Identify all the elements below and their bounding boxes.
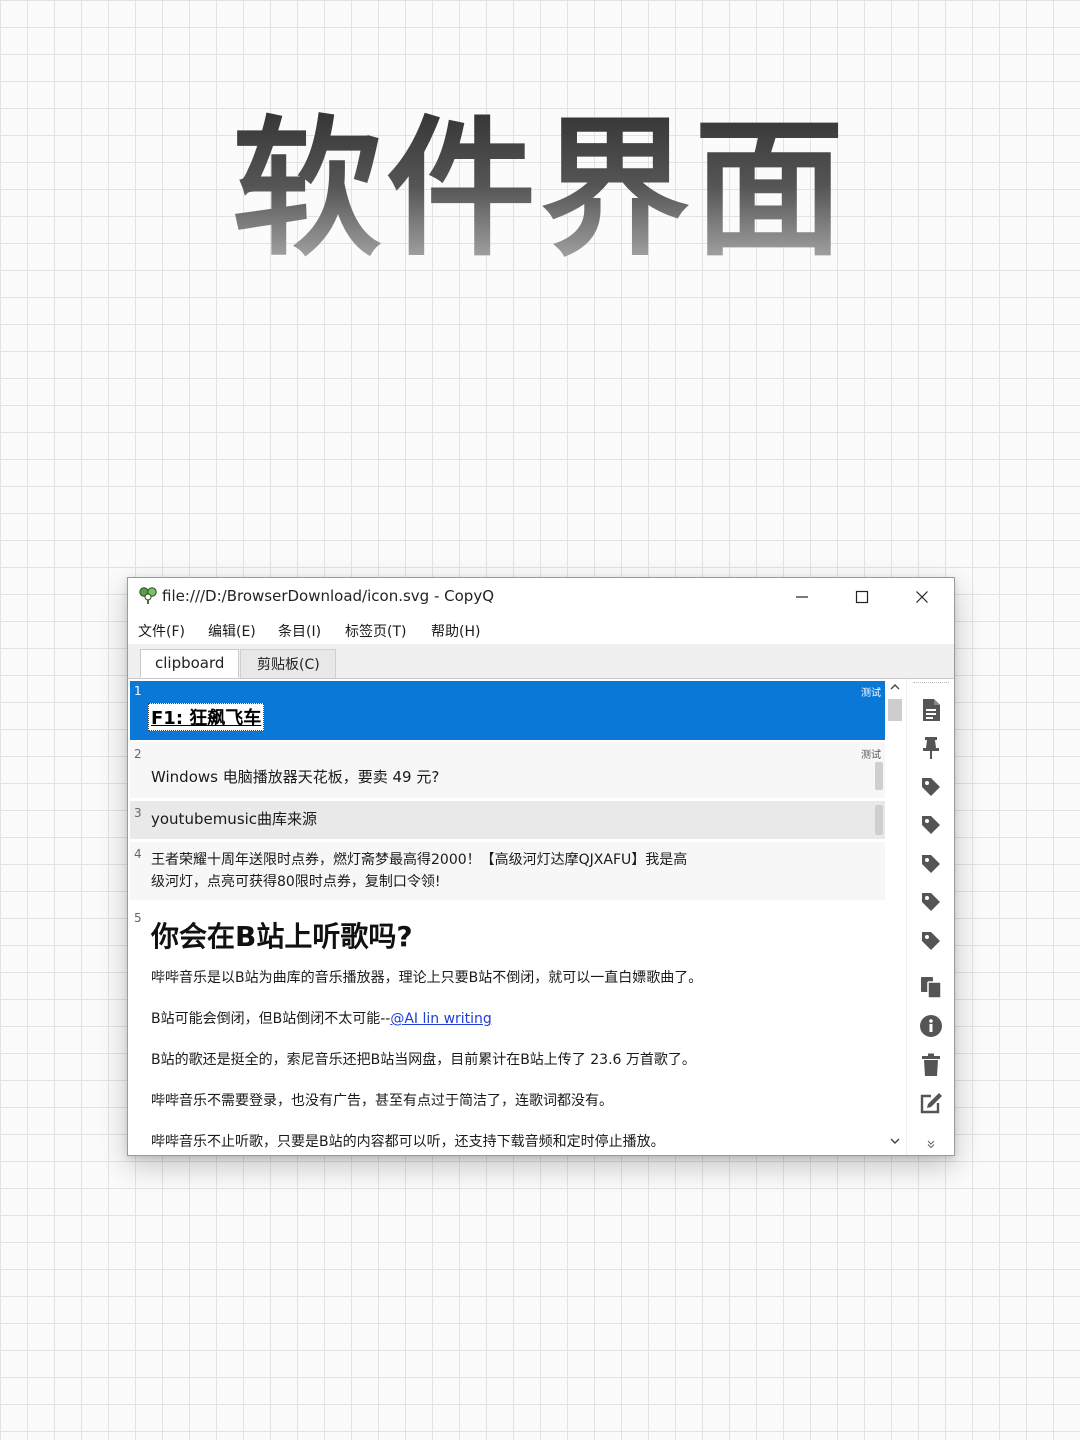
author-link[interactable]: @AI lin writing [390,1011,492,1027]
tag-icon [922,778,940,796]
toolbar-grip [913,682,949,683]
list-item[interactable]: 1 测试 F1: 狂飙飞车 [130,681,885,740]
item-number: 1 [134,684,142,698]
minimize-button[interactable] [782,582,822,612]
copyq-window: file:///D:/BrowserDownload/icon.svg - Co… [127,577,955,1156]
item-number: 3 [134,806,142,820]
menu-tabs[interactable]: 标签页(T) [345,621,406,641]
document-icon [923,699,940,721]
tab-bar: clipboard 剪贴板(C) [128,644,954,679]
info-button[interactable] [919,1014,943,1038]
edit-icon [920,1093,942,1114]
item-text-line-1: 王者荣耀十周年送限时点券，燃灯斋梦最高得2000！【高级河灯达摩QJXAFU】我… [151,852,688,868]
scroll-down-icon[interactable] [890,1137,900,1145]
tag-icon [922,893,940,911]
item-heading: 你会在B站上听歌吗? [151,920,413,953]
info-icon [920,1015,942,1037]
close-button[interactable] [902,582,942,612]
maximize-icon [855,590,869,604]
scroll-up-icon[interactable] [890,683,900,691]
item-toolbar [906,679,954,1155]
delete-button[interactable] [919,1053,943,1077]
item-text: F1: 狂飙飞车 [148,703,265,731]
item-text: youtubemusic曲库来源 [151,810,318,828]
tag-button[interactable] [919,775,943,799]
copyq-app-icon [139,587,157,604]
menu-file[interactable]: 文件(F) [138,621,185,641]
item-scrollbar[interactable] [875,805,883,835]
menu-item-entry[interactable]: 条目(I) [278,621,321,641]
item-tag: 测试 [861,688,881,699]
tag-icon [922,855,940,873]
item-scrollbar[interactable] [875,762,883,790]
trash-icon [922,1053,940,1076]
tag-icon [922,816,940,834]
item-paragraph: 哔哔音乐不止听歌，只要是B站的内容都可以听，还支持下载音频和定时停止播放。 [151,1134,665,1150]
maximize-button[interactable] [842,582,882,612]
item-text-line-2: 级河灯，点亮可获得80限时点券，复制口令领! [151,874,441,890]
hero-title: 软件界面 [0,95,1080,285]
tab-clipboard[interactable]: clipboard [140,649,239,678]
clipboard-item-list[interactable]: 1 测试 F1: 狂飙飞车 2 测试 Windows 电脑播放器天花板，要卖 4… [128,679,885,1155]
edit-button[interactable] [919,1091,943,1115]
menu-help[interactable]: 帮助(H) [431,621,480,641]
menu-bar: 文件(F) 编辑(E) 条目(I) 标签页(T) 帮助(H) [128,616,954,644]
vertical-scrollbar[interactable] [885,679,905,1155]
list-item[interactable]: 2 测试 Windows 电脑播放器天花板，要卖 49 元? [130,742,885,798]
close-icon [916,591,928,603]
item-number: 5 [134,911,142,925]
tag-button[interactable] [919,813,943,837]
item-paragraph-text: B站可能会倒闭，但B站倒闭不太可能-- [151,1011,391,1027]
item-paragraph: B站的歌还是挺全的，索尼音乐还把B站当网盘，目前累计在B站上传了 23.6 万首… [151,1052,696,1068]
title-bar[interactable]: file:///D:/BrowserDownload/icon.svg - Co… [128,578,954,616]
list-item[interactable]: 5 你会在B站上听歌吗? 哔哔音乐是以B站为曲库的音乐播放器，理论上只要B站不倒… [130,903,885,1155]
scroll-thumb[interactable] [888,699,902,721]
tag-button[interactable] [919,929,943,953]
copy-icon [921,977,942,999]
item-number: 2 [134,747,142,761]
tag-icon [922,932,940,950]
item-paragraph: 哔哔音乐是以B站为曲库的音乐播放器，理论上只要B站不倒闭，就可以一直白嫖歌曲了。 [151,970,703,986]
pin-icon [923,737,939,759]
copy-button[interactable] [919,975,943,999]
pin-button[interactable] [919,736,943,760]
minimize-icon [796,596,808,598]
tab-clipboard-cn[interactable]: 剪贴板(C) [240,649,336,678]
item-paragraph: B站可能会倒闭，但B站倒闭不太可能--@AI lin writing [151,1008,492,1028]
show-content-button[interactable] [919,698,943,722]
toolbar-more-icon[interactable] [926,1139,936,1149]
window-title: file:///D:/BrowserDownload/icon.svg - Co… [162,587,494,605]
item-paragraph: 哔哔音乐不需要登录，也没有广告，甚至有点过于简洁了，连歌词都没有。 [151,1093,613,1109]
item-tag: 测试 [861,750,881,761]
item-number: 4 [134,847,142,861]
list-item[interactable]: 3 youtubemusic曲库来源 [130,801,885,839]
list-item[interactable]: 4 王者荣耀十周年送限时点券，燃灯斋梦最高得2000！【高级河灯达摩QJXAFU… [130,842,885,900]
tag-button[interactable] [919,852,943,876]
tag-button[interactable] [919,890,943,914]
menu-edit[interactable]: 编辑(E) [208,621,256,641]
item-text: Windows 电脑播放器天花板，要卖 49 元? [151,768,440,786]
